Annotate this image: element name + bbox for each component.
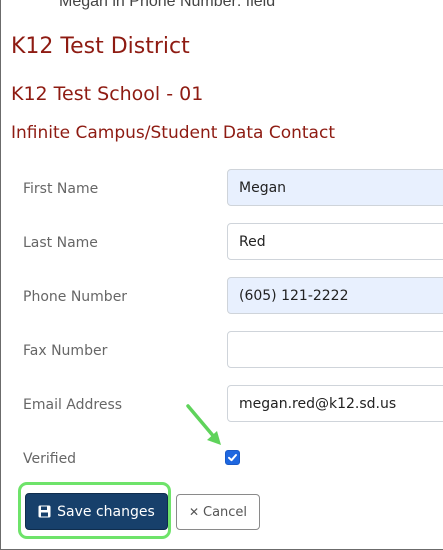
- school-heading: K12 Test School - 01: [11, 83, 204, 105]
- green-arrow-icon: [186, 404, 221, 445]
- phone-number-field[interactable]: [227, 277, 443, 314]
- cancel-button[interactable]: ✕ Cancel: [176, 494, 260, 530]
- email-address-field[interactable]: [227, 385, 443, 422]
- first-name-field[interactable]: [227, 169, 443, 206]
- email-address-label: Email Address: [23, 397, 123, 413]
- save-changes-button[interactable]: Save changes: [25, 493, 168, 530]
- save-changes-label: Save changes: [57, 503, 155, 520]
- district-heading: K12 Test District: [11, 34, 190, 59]
- verified-checkbox[interactable]: [225, 450, 240, 465]
- close-icon: ✕: [188, 505, 199, 519]
- last-name-label: Last Name: [23, 235, 98, 251]
- fax-number-field[interactable]: [227, 331, 443, 368]
- floppy-disk-icon: [38, 505, 51, 518]
- phone-number-label: Phone Number: [23, 289, 128, 305]
- cancel-label: Cancel: [203, 504, 248, 520]
- contact-heading: Infinite Campus/Student Data Contact: [11, 123, 335, 143]
- first-name-label: First Name: [23, 181, 99, 197]
- checkmark-icon: [228, 454, 237, 462]
- form-frame: Megan in Phone Number: field K12 Test Di…: [0, 0, 443, 550]
- top-caption: Megan in Phone Number: field: [59, 0, 276, 10]
- verified-label: Verified: [23, 451, 77, 467]
- fax-number-label: Fax Number: [23, 343, 108, 359]
- last-name-field[interactable]: [227, 223, 443, 260]
